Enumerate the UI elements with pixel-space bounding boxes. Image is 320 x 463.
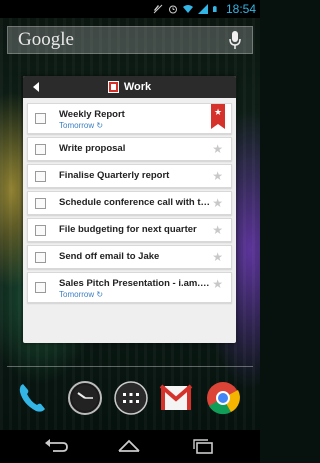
task-item[interactable]: Send off email to Jake ★: [27, 245, 232, 269]
mic-icon[interactable]: [228, 30, 242, 50]
phone-icon[interactable]: [14, 380, 50, 416]
list-icon: [107, 81, 119, 93]
task-text[interactable]: Send off email to Jake: [59, 251, 211, 262]
task-checkbox[interactable]: [35, 198, 46, 209]
back-arrow-icon[interactable]: [33, 82, 39, 92]
star-icon[interactable]: ★: [212, 197, 223, 209]
task-due-date: Tomorrow ↻: [59, 121, 104, 130]
wifi-icon: [182, 5, 193, 13]
tasks-widget: Work Weekly Report Tomorrow ↻ ★ Write pr…: [23, 76, 236, 343]
task-text[interactable]: Weekly Report: [59, 109, 211, 120]
alarm-icon: [168, 5, 177, 14]
gmail-icon[interactable]: [158, 380, 194, 416]
mute-icon: [153, 4, 163, 14]
task-checkbox[interactable]: [35, 144, 46, 155]
dock: [0, 376, 260, 422]
task-text[interactable]: File budgeting for next quarter: [59, 224, 211, 235]
task-item[interactable]: Write proposal ★: [27, 137, 232, 161]
task-due-date: Tomorrow ↻: [59, 290, 104, 299]
task-text[interactable]: Finalise Quarterly report: [59, 170, 211, 181]
task-item[interactable]: Schedule conference call with the... ★: [27, 191, 232, 215]
dock-divider: [7, 366, 253, 367]
recent-apps-icon[interactable]: [190, 437, 216, 455]
star-icon[interactable]: ★: [212, 143, 223, 155]
task-checkbox[interactable]: [35, 225, 46, 236]
task-checkbox[interactable]: [35, 252, 46, 263]
star-icon[interactable]: ★: [212, 224, 223, 236]
signal-icon: [197, 4, 208, 14]
task-checkbox[interactable]: [35, 171, 46, 182]
task-text[interactable]: Write proposal: [59, 143, 211, 154]
task-checkbox[interactable]: [35, 113, 46, 124]
star-icon[interactable]: ★: [212, 251, 223, 263]
google-logo[interactable]: Google: [18, 29, 74, 51]
task-checkbox[interactable]: [35, 282, 46, 293]
widget-title: Work: [123, 81, 152, 93]
star-icon[interactable]: ★: [212, 170, 223, 182]
task-list: Weekly Report Tomorrow ↻ ★ Write proposa…: [23, 98, 236, 303]
task-item[interactable]: File budgeting for next quarter ★: [27, 218, 232, 242]
star-flag-icon[interactable]: ★: [211, 104, 225, 129]
home-icon[interactable]: [116, 437, 142, 455]
chrome-icon[interactable]: [205, 380, 241, 416]
navigation-bar: [0, 430, 260, 463]
clock-icon[interactable]: [67, 380, 103, 416]
task-item[interactable]: Finalise Quarterly report ★: [27, 164, 232, 188]
google-search-bar[interactable]: Google: [7, 26, 253, 54]
all-apps-icon[interactable]: [113, 380, 149, 416]
status-bar: 18:54: [0, 0, 260, 18]
status-time: 18:54: [225, 2, 256, 16]
task-item[interactable]: Sales Pitch Presentation - i.am.e... Tom…: [27, 272, 232, 303]
widget-header: Work: [23, 76, 236, 98]
battery-icon: [212, 6, 217, 12]
task-item[interactable]: Weekly Report Tomorrow ↻ ★: [27, 103, 232, 134]
back-icon[interactable]: [43, 437, 69, 455]
task-text[interactable]: Sales Pitch Presentation - i.am.e...: [59, 278, 211, 289]
star-icon[interactable]: ★: [212, 278, 223, 290]
task-text[interactable]: Schedule conference call with the...: [59, 197, 211, 208]
